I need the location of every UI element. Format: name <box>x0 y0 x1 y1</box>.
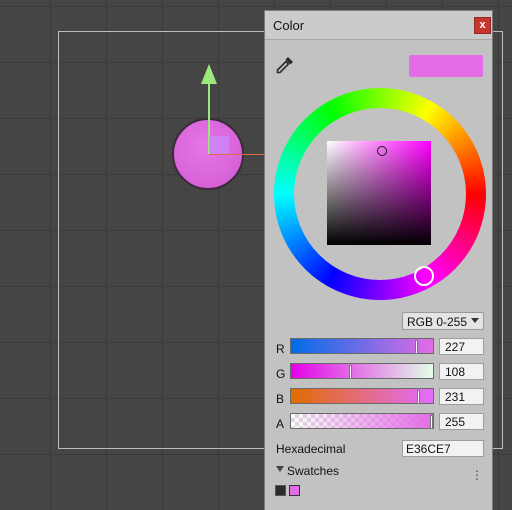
gizmo-y-arrow-icon[interactable] <box>201 64 217 84</box>
slider-handle-a[interactable] <box>430 415 433 429</box>
slider-handle-b[interactable] <box>417 390 420 404</box>
kebab-menu-icon[interactable]: ⋮ <box>471 468 483 482</box>
triangle-down-icon[interactable] <box>276 466 284 472</box>
input-a[interactable]: 255 <box>439 413 484 430</box>
color-picker-window: Color x RGB 0-255 R 227 G 108 B 231 A 25… <box>264 10 493 510</box>
hexadecimal-label: Hexadecimal <box>276 442 346 456</box>
close-button[interactable]: x <box>474 17 491 34</box>
slider-handle-g[interactable] <box>349 365 352 379</box>
saturation-value-square[interactable] <box>327 141 431 245</box>
swatch-item[interactable] <box>289 485 300 496</box>
color-preview-swatch <box>409 55 483 77</box>
input-b[interactable]: 231 <box>439 388 484 405</box>
slider-b[interactable] <box>290 388 434 404</box>
slider-handle-r[interactable] <box>415 340 418 354</box>
color-wheel[interactable] <box>274 88 486 300</box>
input-g[interactable]: 108 <box>439 363 484 380</box>
slider-r[interactable] <box>290 338 434 354</box>
saturation-value-cursor[interactable] <box>377 146 387 156</box>
hue-cursor[interactable] <box>414 266 434 286</box>
color-mode-label: RGB 0-255 <box>407 315 468 329</box>
swatch-item[interactable] <box>275 485 286 496</box>
hexadecimal-input[interactable]: E36CE7 <box>402 440 484 457</box>
channel-label-a: A <box>276 417 285 431</box>
gizmo-x-axis[interactable] <box>209 154 269 155</box>
window-title: Color <box>273 18 305 33</box>
gizmo-plane-handle[interactable] <box>209 136 229 154</box>
channel-label-b: B <box>276 392 285 406</box>
swatches-label[interactable]: Swatches <box>287 464 339 478</box>
color-mode-dropdown[interactable]: RGB 0-255 <box>402 312 484 330</box>
slider-a[interactable] <box>290 413 434 429</box>
channel-label-r: R <box>276 342 285 356</box>
chevron-down-icon <box>471 318 479 323</box>
titlebar[interactable]: Color x <box>265 11 492 40</box>
eyedropper-icon[interactable] <box>275 55 295 75</box>
input-r[interactable]: 227 <box>439 338 484 355</box>
slider-g[interactable] <box>290 363 434 379</box>
channel-label-g: G <box>276 367 286 381</box>
